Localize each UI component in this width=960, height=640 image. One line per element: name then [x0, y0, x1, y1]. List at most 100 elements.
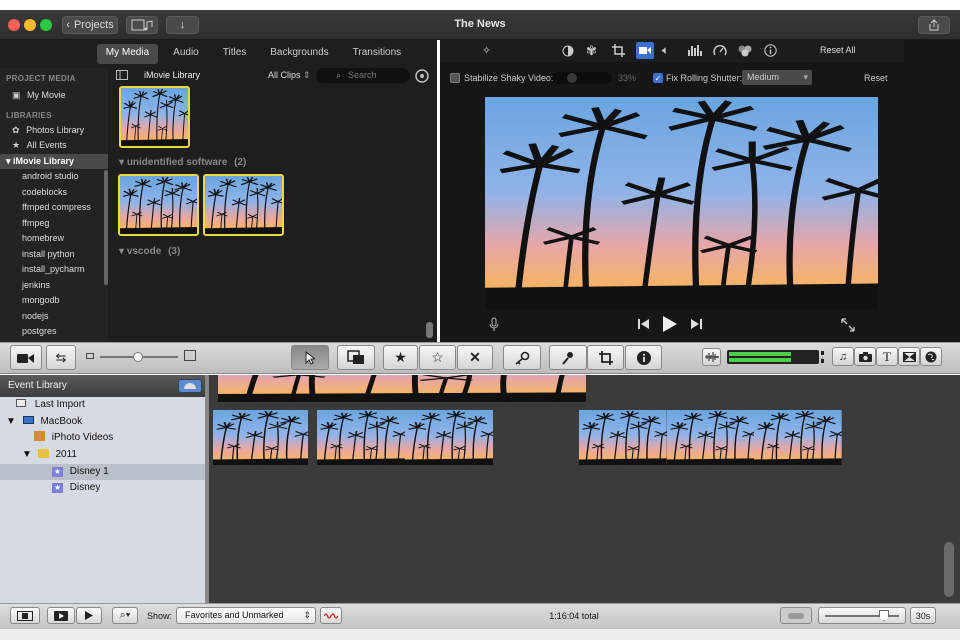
tab-audio[interactable]: Audio	[164, 44, 208, 64]
import-button[interactable]: ↓	[166, 16, 199, 34]
video-preview[interactable]	[485, 97, 878, 309]
crop-icon[interactable]	[612, 44, 625, 57]
minimize-window-icon[interactable]	[24, 19, 36, 31]
fullscreen-icon[interactable]	[841, 318, 855, 332]
crop-button[interactable]	[587, 345, 624, 370]
sidebar-event-item[interactable]: install python	[0, 247, 108, 263]
event-browser-scrollbar[interactable]	[944, 542, 954, 597]
sidebar-item-project[interactable]: ▣ My Movie	[0, 88, 108, 104]
filmstrip-clip[interactable]	[579, 410, 842, 465]
settings-icon[interactable]	[415, 69, 429, 83]
clip-filter-select[interactable]: All Clips ⇕	[268, 70, 311, 81]
camera-import-button[interactable]	[10, 345, 42, 370]
sidebar-toggle-icon[interactable]	[116, 70, 128, 80]
stabilize-slider[interactable]	[552, 72, 612, 84]
equalizer-icon[interactable]	[688, 44, 702, 56]
drive-toggle-button[interactable]	[178, 379, 202, 393]
speedometer-icon[interactable]	[713, 44, 727, 57]
play-button[interactable]	[76, 607, 102, 624]
event-library-toggle-button[interactable]	[10, 607, 40, 624]
search-input[interactable]: ⌕ Search	[316, 68, 410, 83]
sidebar-item-photos-library[interactable]: ✿ Photos Library	[0, 123, 108, 139]
event-item-disney-1[interactable]: ★ Disney 1	[0, 463, 205, 481]
tab-backgrounds[interactable]: Backgrounds	[261, 44, 337, 64]
slider-knob[interactable]	[567, 73, 577, 83]
tab-transitions[interactable]: Transitions	[344, 44, 411, 64]
unmark-button[interactable]: ☆	[419, 345, 456, 370]
swap-button[interactable]: ⇆	[46, 345, 76, 370]
inspector-button[interactable]	[625, 345, 662, 370]
sidebar-event-item[interactable]: codeblocks	[0, 185, 108, 201]
search-filter-button[interactable]: ⌕▾	[112, 607, 138, 624]
rolling-shutter-checkbox[interactable]: ✓	[653, 73, 663, 83]
skimming-button[interactable]	[780, 607, 812, 624]
stabilize-checkbox[interactable]	[450, 73, 460, 83]
color-balance-icon[interactable]	[562, 45, 574, 57]
keyword-button[interactable]	[503, 345, 541, 370]
tab-titles[interactable]: Titles	[214, 44, 256, 64]
zoom-window-icon[interactable]	[40, 19, 52, 31]
filmstrip-clip[interactable]	[213, 410, 308, 465]
info-icon[interactable]	[764, 44, 777, 57]
select-tool-button[interactable]	[291, 345, 329, 370]
event-item-macbook[interactable]: ▼ MacBook	[0, 414, 205, 431]
transitions-button[interactable]	[898, 347, 920, 366]
projects-button[interactable]: ‹ Projects	[62, 16, 118, 34]
event-item-iphoto-videos[interactable]: iPhoto Videos	[0, 430, 205, 447]
sidebar-event-item[interactable]: ffmped compress	[0, 200, 108, 216]
stabilization-button[interactable]	[636, 42, 654, 59]
audio-waveform-button[interactable]	[702, 348, 721, 366]
sidebar-event-item[interactable]: postgres	[0, 324, 108, 340]
play-fullscreen-button[interactable]	[47, 607, 75, 624]
sidebar-event-item[interactable]: install_pycharm	[0, 262, 108, 278]
mark-favorite-button[interactable]: ★	[383, 345, 418, 370]
sidebar-event-item[interactable]: jenkins	[0, 278, 108, 294]
play-icon[interactable]	[663, 316, 677, 332]
sidebar-event-item[interactable]: nodejs	[0, 309, 108, 325]
rolling-shutter-select[interactable]: Medium ▾	[742, 70, 812, 85]
maps-button[interactable]	[920, 347, 942, 366]
skip-forward-icon[interactable]	[691, 319, 702, 329]
show-filter-select[interactable]: Favorites and Unmarked ⇕	[176, 607, 316, 624]
clip-thumbnail[interactable]	[118, 174, 199, 236]
photos-button[interactable]	[854, 347, 876, 366]
reset-all-button[interactable]: Reset All	[820, 45, 856, 55]
reject-button[interactable]: ✕	[457, 345, 493, 370]
share-button[interactable]	[918, 16, 950, 34]
magic-wand-icon[interactable]: ✧	[482, 44, 491, 57]
event-group-header[interactable]: ▾ vscode (3)	[119, 246, 180, 257]
sidebar-event-item[interactable]: mongodb	[0, 293, 108, 309]
browser-scrollbar[interactable]	[426, 322, 433, 338]
sidebar-event-item[interactable]: ffmpeg	[0, 216, 108, 232]
audio-filter-button[interactable]	[320, 607, 342, 624]
media-import-menu-button[interactable]	[126, 16, 158, 34]
slider-knob[interactable]	[133, 352, 143, 362]
sidebar-scrollbar[interactable]	[104, 170, 108, 285]
volume-icon[interactable]: 🔈︎	[662, 43, 669, 58]
sidebar-event-item[interactable]: homebrew	[0, 231, 108, 247]
event-item-disney[interactable]: ★ Disney	[0, 480, 205, 497]
voiceover-button[interactable]	[549, 345, 587, 370]
sidebar-item-all-events[interactable]: ★ All Events	[0, 138, 108, 154]
filmstrip-clip[interactable]	[317, 410, 493, 465]
filmstrip-clip[interactable]	[218, 375, 586, 402]
titles-button[interactable]: T	[876, 347, 898, 366]
color-palette-icon[interactable]: ✾	[586, 43, 597, 59]
music-button[interactable]: ♫	[832, 347, 854, 366]
close-window-icon[interactable]	[8, 19, 20, 31]
event-group-header[interactable]: ▾ unidentified software (2)	[119, 157, 246, 168]
noise-reduction-icon[interactable]	[738, 44, 752, 57]
clip-thumbnail[interactable]	[119, 86, 190, 148]
slider-knob[interactable]	[879, 610, 889, 621]
tab-my-media[interactable]: My Media	[96, 44, 159, 64]
add-to-project-button[interactable]	[337, 345, 375, 370]
reset-button[interactable]: Reset	[864, 73, 888, 83]
sidebar-item-imovie-library[interactable]: ▾ iMovie Library	[0, 153, 108, 169]
microphone-icon[interactable]	[489, 317, 499, 331]
sidebar-event-item[interactable]: android studio	[0, 169, 108, 185]
thumbnail-size-slider[interactable]	[100, 352, 178, 362]
event-item-2011[interactable]: ▼ 2011	[0, 447, 205, 464]
skip-back-icon[interactable]	[638, 319, 649, 329]
event-item-last-import[interactable]: Last Import	[0, 397, 205, 414]
clip-thumbnail[interactable]	[203, 174, 284, 236]
